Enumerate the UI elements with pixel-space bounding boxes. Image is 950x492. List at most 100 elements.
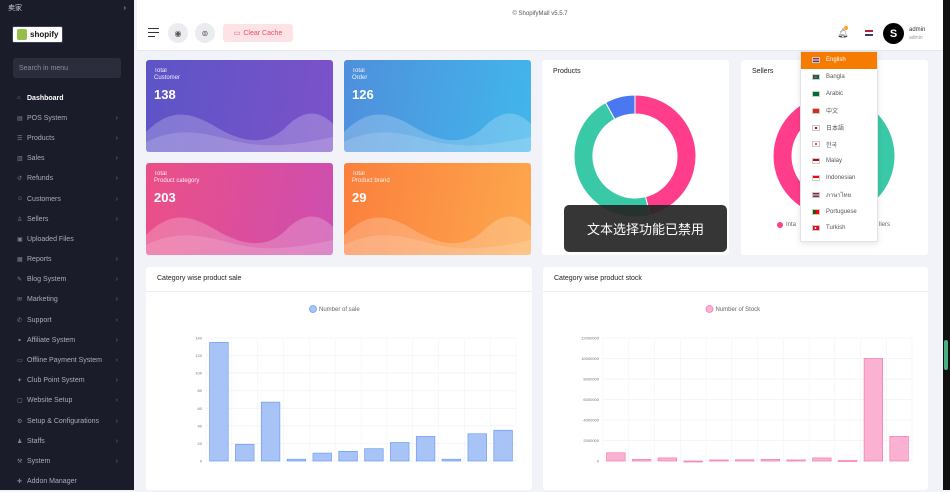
seller-label: 卖家 xyxy=(8,5,22,12)
stat-card-label-2: Product category xyxy=(154,178,200,184)
sidebar-item-label: Marketing xyxy=(27,296,58,304)
sidebar-item-sales[interactable]: ▥ Sales › xyxy=(0,149,134,169)
sidebar-item-refunds[interactable]: ↺ Refunds › xyxy=(0,169,134,189)
sidebar-item-club-point-system[interactable]: ✦ Club Point System › xyxy=(0,371,134,391)
bar[interactable] xyxy=(735,459,755,462)
pos-link-button[interactable]: ⊚ xyxy=(195,23,215,43)
bar[interactable] xyxy=(709,459,729,462)
sidebar-item-reports[interactable]: ▦ Reports › xyxy=(0,250,134,270)
language-option-us[interactable]: English xyxy=(801,52,877,69)
sidebar-item-pos-system[interactable]: ▤ POS System › xyxy=(0,108,134,128)
donut-slice-1[interactable] xyxy=(573,101,651,218)
bar[interactable] xyxy=(260,401,281,462)
chevron-right-icon: › xyxy=(115,397,118,405)
language-option-jp[interactable]: 日本語 xyxy=(801,119,877,136)
flag-th-icon xyxy=(812,191,820,198)
sidebar-item-system[interactable]: ⚒ System › xyxy=(0,451,134,471)
setup-icon: ⚙ xyxy=(17,418,23,425)
cache-icon: ▭ xyxy=(233,30,241,37)
affiliate-icon: ⚭ xyxy=(17,337,23,344)
sellers-legend-right[interactable]: llers xyxy=(879,222,890,228)
bar[interactable] xyxy=(786,459,806,462)
language-option-cn[interactable]: 中文 xyxy=(801,102,877,119)
sidebar-item-dashboard[interactable]: ⌂ Dashboard xyxy=(0,88,134,108)
bar[interactable] xyxy=(889,436,909,462)
bar[interactable] xyxy=(415,436,436,462)
sidebar-item-affiliate-system[interactable]: ⚭ Affiliate System › xyxy=(0,330,134,350)
bar[interactable] xyxy=(467,433,487,462)
stat-card-value: 203 xyxy=(154,190,176,205)
bar[interactable] xyxy=(312,452,332,462)
y-tick-label: 0 xyxy=(200,459,203,464)
y-tick-label: 12000000 xyxy=(581,336,600,341)
language-flag-icon[interactable] xyxy=(865,30,873,36)
bar[interactable] xyxy=(657,457,677,462)
stat-card-label-1: Total xyxy=(154,171,167,177)
bar[interactable] xyxy=(209,342,229,462)
sidebar-search-input[interactable]: Search in menu xyxy=(13,58,121,78)
language-option-my[interactable]: Malay xyxy=(801,153,877,170)
website-link-button[interactable]: ◉ xyxy=(168,23,188,43)
bar[interactable] xyxy=(606,452,626,462)
flag-us-icon xyxy=(812,57,820,64)
notification-bell-icon[interactable]: 🔔︎ xyxy=(837,26,848,39)
bar[interactable] xyxy=(632,459,652,462)
language-option-sa[interactable]: Arabic xyxy=(801,86,877,103)
blog-icon: ✎ xyxy=(17,277,23,284)
sidebar-item-addon-manager[interactable]: ✚ Addon Manager xyxy=(0,472,134,492)
bar[interactable] xyxy=(390,442,410,462)
hamburger-menu-icon[interactable] xyxy=(148,28,159,37)
clear-cache-button[interactable]: ▭ Clear Cache xyxy=(223,24,293,42)
category-sale-bar-chart: Number of sale 0 20 40 60 80 100 120 140 xyxy=(195,305,517,464)
stat-card-product-category: Total Product category 203 xyxy=(146,163,333,255)
dashboard-icon: ⌂ xyxy=(17,95,21,102)
language-option-pt[interactable]: Portuguese xyxy=(801,203,877,220)
sellers-icon: ♙ xyxy=(17,216,23,223)
bar[interactable] xyxy=(863,358,883,462)
bar[interactable] xyxy=(364,448,384,462)
language-option-bd[interactable]: Bangla xyxy=(801,69,877,86)
user-info[interactable]: admin admin xyxy=(909,26,925,42)
chart-legend[interactable]: Number of Stock xyxy=(705,305,761,314)
bar[interactable] xyxy=(286,458,307,462)
language-option-kr[interactable]: 한국 xyxy=(801,136,877,153)
stat-card-customer: Total Customer 138 xyxy=(146,60,333,152)
sidebar-item-products[interactable]: ☰ Products › xyxy=(0,128,134,148)
sidebar-item-sellers[interactable]: ♙ Sellers › xyxy=(0,209,134,229)
avatar[interactable]: S xyxy=(883,23,904,44)
sidebar-item-website-setup[interactable]: ▢ Website Setup › xyxy=(0,391,134,411)
sidebar-item-support[interactable]: ✆ Support › xyxy=(0,310,134,330)
sidebar-item-marketing[interactable]: ✉ Marketing › xyxy=(0,290,134,310)
sellers-legend-left[interactable]: Inta xyxy=(777,222,796,228)
bar[interactable] xyxy=(338,450,358,462)
chevron-right-icon: › xyxy=(115,134,118,142)
language-option-id[interactable]: Indonesian xyxy=(801,170,877,187)
sidebar-item-staffs[interactable]: ♟ Staffs › xyxy=(0,431,134,451)
language-option-th[interactable]: ภาษาไทย xyxy=(801,186,877,203)
bar[interactable] xyxy=(493,429,513,462)
category-sale-title: Category wise product sale xyxy=(157,275,242,282)
scrollbar-thumb[interactable] xyxy=(944,340,948,370)
bar[interactable] xyxy=(760,459,780,462)
page-scrollbar[interactable] xyxy=(943,0,950,490)
sidebar-item-uploaded-files[interactable]: ▣ Uploaded Files xyxy=(0,229,134,249)
language-name: Bangla xyxy=(826,74,845,81)
refunds-icon: ↺ xyxy=(17,176,23,183)
bar[interactable] xyxy=(441,458,462,462)
bar[interactable] xyxy=(235,443,255,462)
bar[interactable] xyxy=(812,457,832,462)
sidebar-item-label: Setup & Configurations xyxy=(27,417,99,425)
sidebar-item-blog-system[interactable]: ✎ Blog System › xyxy=(0,270,134,290)
sidebar-item-setup-configurations[interactable]: ⚙ Setup & Configurations › xyxy=(0,411,134,431)
language-option-tr[interactable]: Turkish xyxy=(801,220,877,237)
bar[interactable] xyxy=(838,460,858,462)
version-text: © ShopifyMall v5.5.7 xyxy=(512,11,568,17)
language-name: 日本語 xyxy=(826,126,845,133)
chart-legend[interactable]: Number of sale xyxy=(309,305,361,314)
flag-cn-icon xyxy=(812,107,820,114)
sidebar-item-offline-payment-system[interactable]: ▭ Offline Payment System › xyxy=(0,350,134,370)
sidebar-item-label: Staffs xyxy=(27,437,45,445)
logo[interactable]: shopify xyxy=(0,16,134,52)
sidebar-item-customers[interactable]: ☺ Customers › xyxy=(0,189,134,209)
bar[interactable] xyxy=(683,460,703,463)
